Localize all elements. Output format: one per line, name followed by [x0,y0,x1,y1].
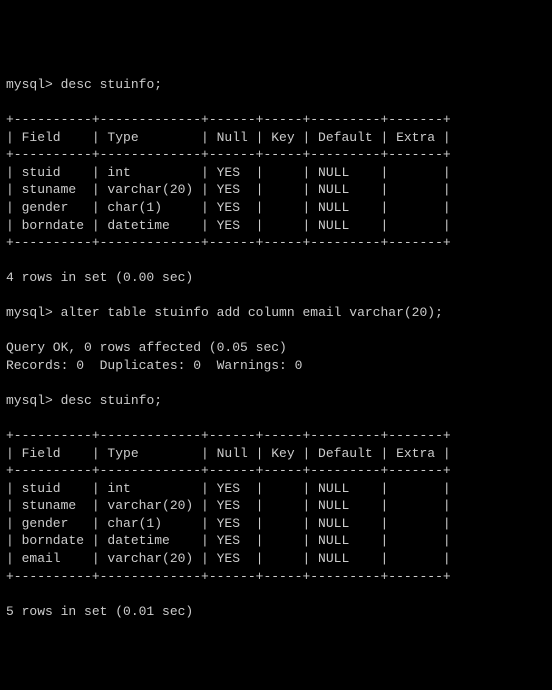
table-row: | borndate | datetime | YES | | NULL | | [6,533,451,548]
table-row: | email | varchar(20) | YES | | NULL | | [6,551,451,566]
table-header: | Field | Type | Null | Key | Default | … [6,446,451,461]
table-border: +----------+-------------+------+-----+-… [6,569,451,584]
command-text: desc stuinfo; [61,393,162,408]
mysql-prompt: mysql> [6,77,53,92]
table-border: +----------+-------------+------+-----+-… [6,428,451,443]
query-result: Query OK, 0 rows affected (0.05 sec) [6,340,287,355]
table-border: +----------+-------------+------+-----+-… [6,112,451,127]
blank-line [6,375,14,390]
table-border: +----------+-------------+------+-----+-… [6,147,451,162]
command-text: desc stuinfo; [61,77,162,92]
mysql-prompt: mysql> [6,305,53,320]
terminal-line: mysql> desc stuinfo; [6,76,546,94]
table-row: | stuname | varchar(20) | YES | | NULL |… [6,498,451,513]
table-border: +----------+-------------+------+-----+-… [6,463,451,478]
terminal-line: mysql> desc stuinfo; [6,392,546,410]
blank-line [6,586,14,601]
terminal-line: mysql> alter table stuinfo add column em… [6,304,546,322]
query-result: Records: 0 Duplicates: 0 Warnings: 0 [6,358,302,373]
table-row: | stuname | varchar(20) | YES | | NULL |… [6,182,451,197]
blank-line [6,253,14,268]
result-footer: 4 rows in set (0.00 sec) [6,270,193,285]
result-footer: 5 rows in set (0.01 sec) [6,604,193,619]
table-row: | borndate | datetime | YES | | NULL | | [6,218,451,233]
mysql-prompt: mysql> [6,393,53,408]
table-row: | gender | char(1) | YES | | NULL | | [6,200,451,215]
table-border: +----------+-------------+------+-----+-… [6,235,451,250]
table-row: | gender | char(1) | YES | | NULL | | [6,516,451,531]
table-header: | Field | Type | Null | Key | Default | … [6,130,451,145]
table-row: | stuid | int | YES | | NULL | | [6,165,451,180]
table-row: | stuid | int | YES | | NULL | | [6,481,451,496]
blank-line [6,288,14,303]
command-text: alter table stuinfo add column email var… [61,305,443,320]
